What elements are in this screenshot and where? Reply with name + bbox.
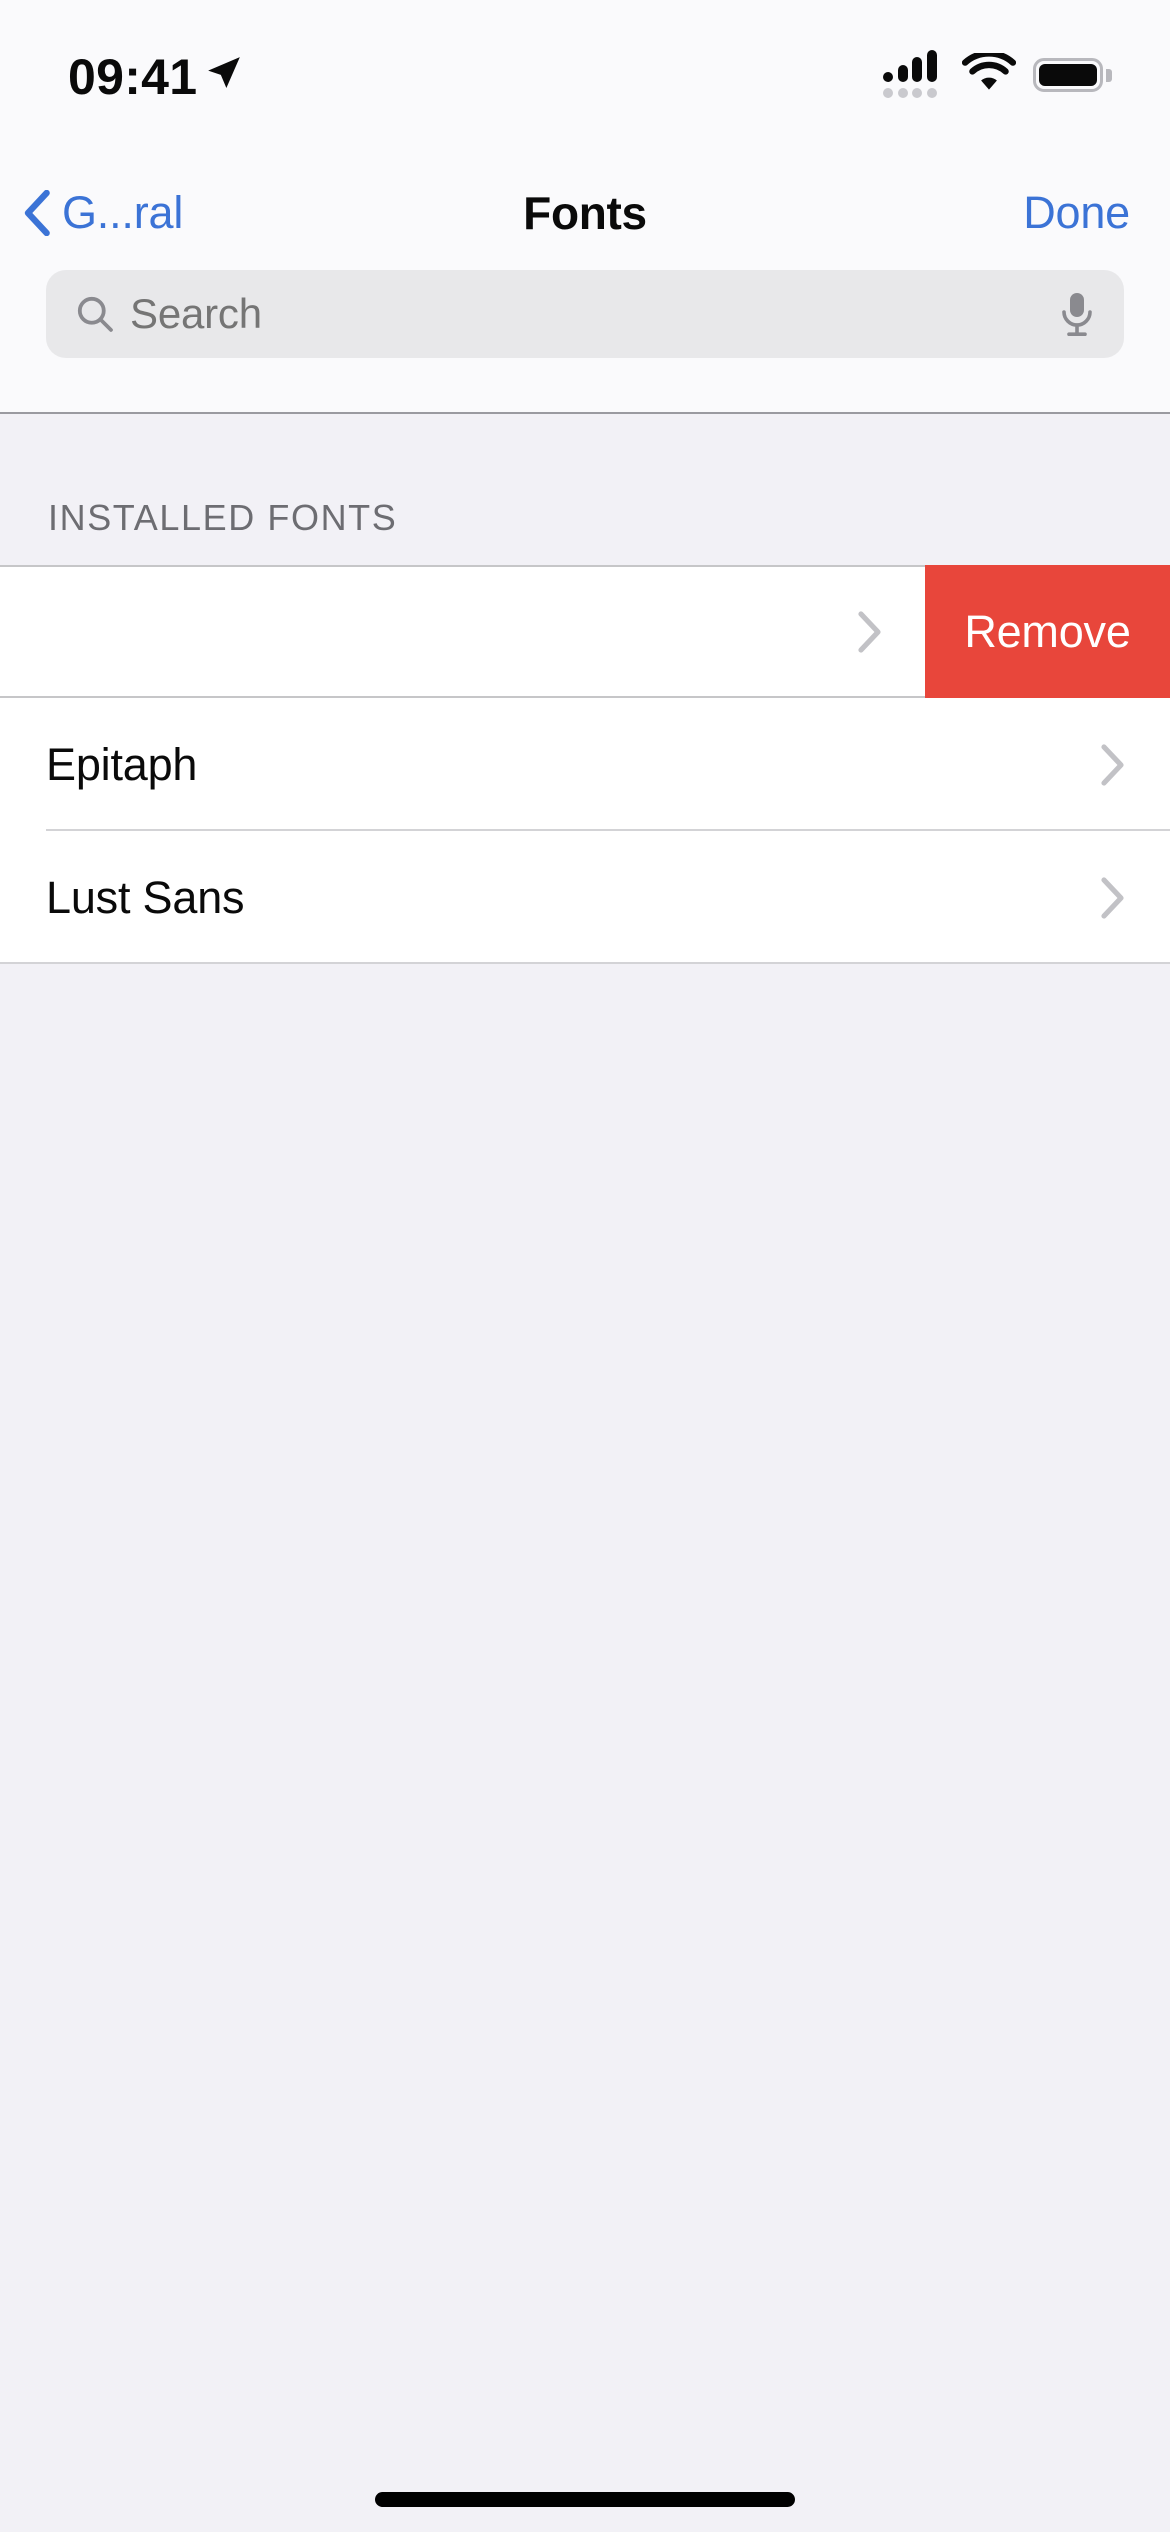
done-button[interactable]: Done <box>1023 178 1130 248</box>
search-icon <box>77 296 113 332</box>
table-row[interactable]: Epitaph <box>0 698 1170 831</box>
installed-fonts-list: Remove Epitaph Lust Sans <box>0 565 1170 964</box>
section-header-label: INSTALLED FONTS <box>48 497 398 538</box>
home-indicator[interactable] <box>375 2492 795 2507</box>
wifi-icon <box>961 49 1017 98</box>
battery-full-icon <box>1033 58 1112 92</box>
status-bar: 09:41 <box>0 0 1170 150</box>
status-bar-time: 09:41 <box>68 49 198 105</box>
remove-button[interactable]: Remove <box>925 565 1170 698</box>
cellular-signal-icon <box>883 50 945 98</box>
location-arrow-icon <box>205 54 243 97</box>
microphone-icon[interactable] <box>1060 291 1094 337</box>
iphone-screen: 09:41 G...ral Fonts Done Search INSTALLE… <box>0 0 1170 2532</box>
status-bar-indicators <box>883 49 1112 98</box>
search-input[interactable] <box>130 290 1060 338</box>
page-title: Fonts <box>523 187 647 239</box>
table-row[interactable]: Lust Sans <box>0 831 1170 964</box>
table-row[interactable]: Remove <box>0 565 1170 698</box>
chevron-right-icon <box>1101 876 1124 919</box>
section-header-installed-fonts: INSTALLED FONTS <box>0 414 1170 565</box>
navigation-bar: G...ral Fonts Done <box>0 150 1170 414</box>
row-separator <box>0 962 1170 964</box>
font-name-label: Epitaph <box>46 738 198 790</box>
chevron-right-icon <box>1101 743 1124 786</box>
chevron-right-icon <box>858 610 881 653</box>
font-name-label: Lust Sans <box>46 871 245 923</box>
search-bar[interactable] <box>46 270 1124 358</box>
